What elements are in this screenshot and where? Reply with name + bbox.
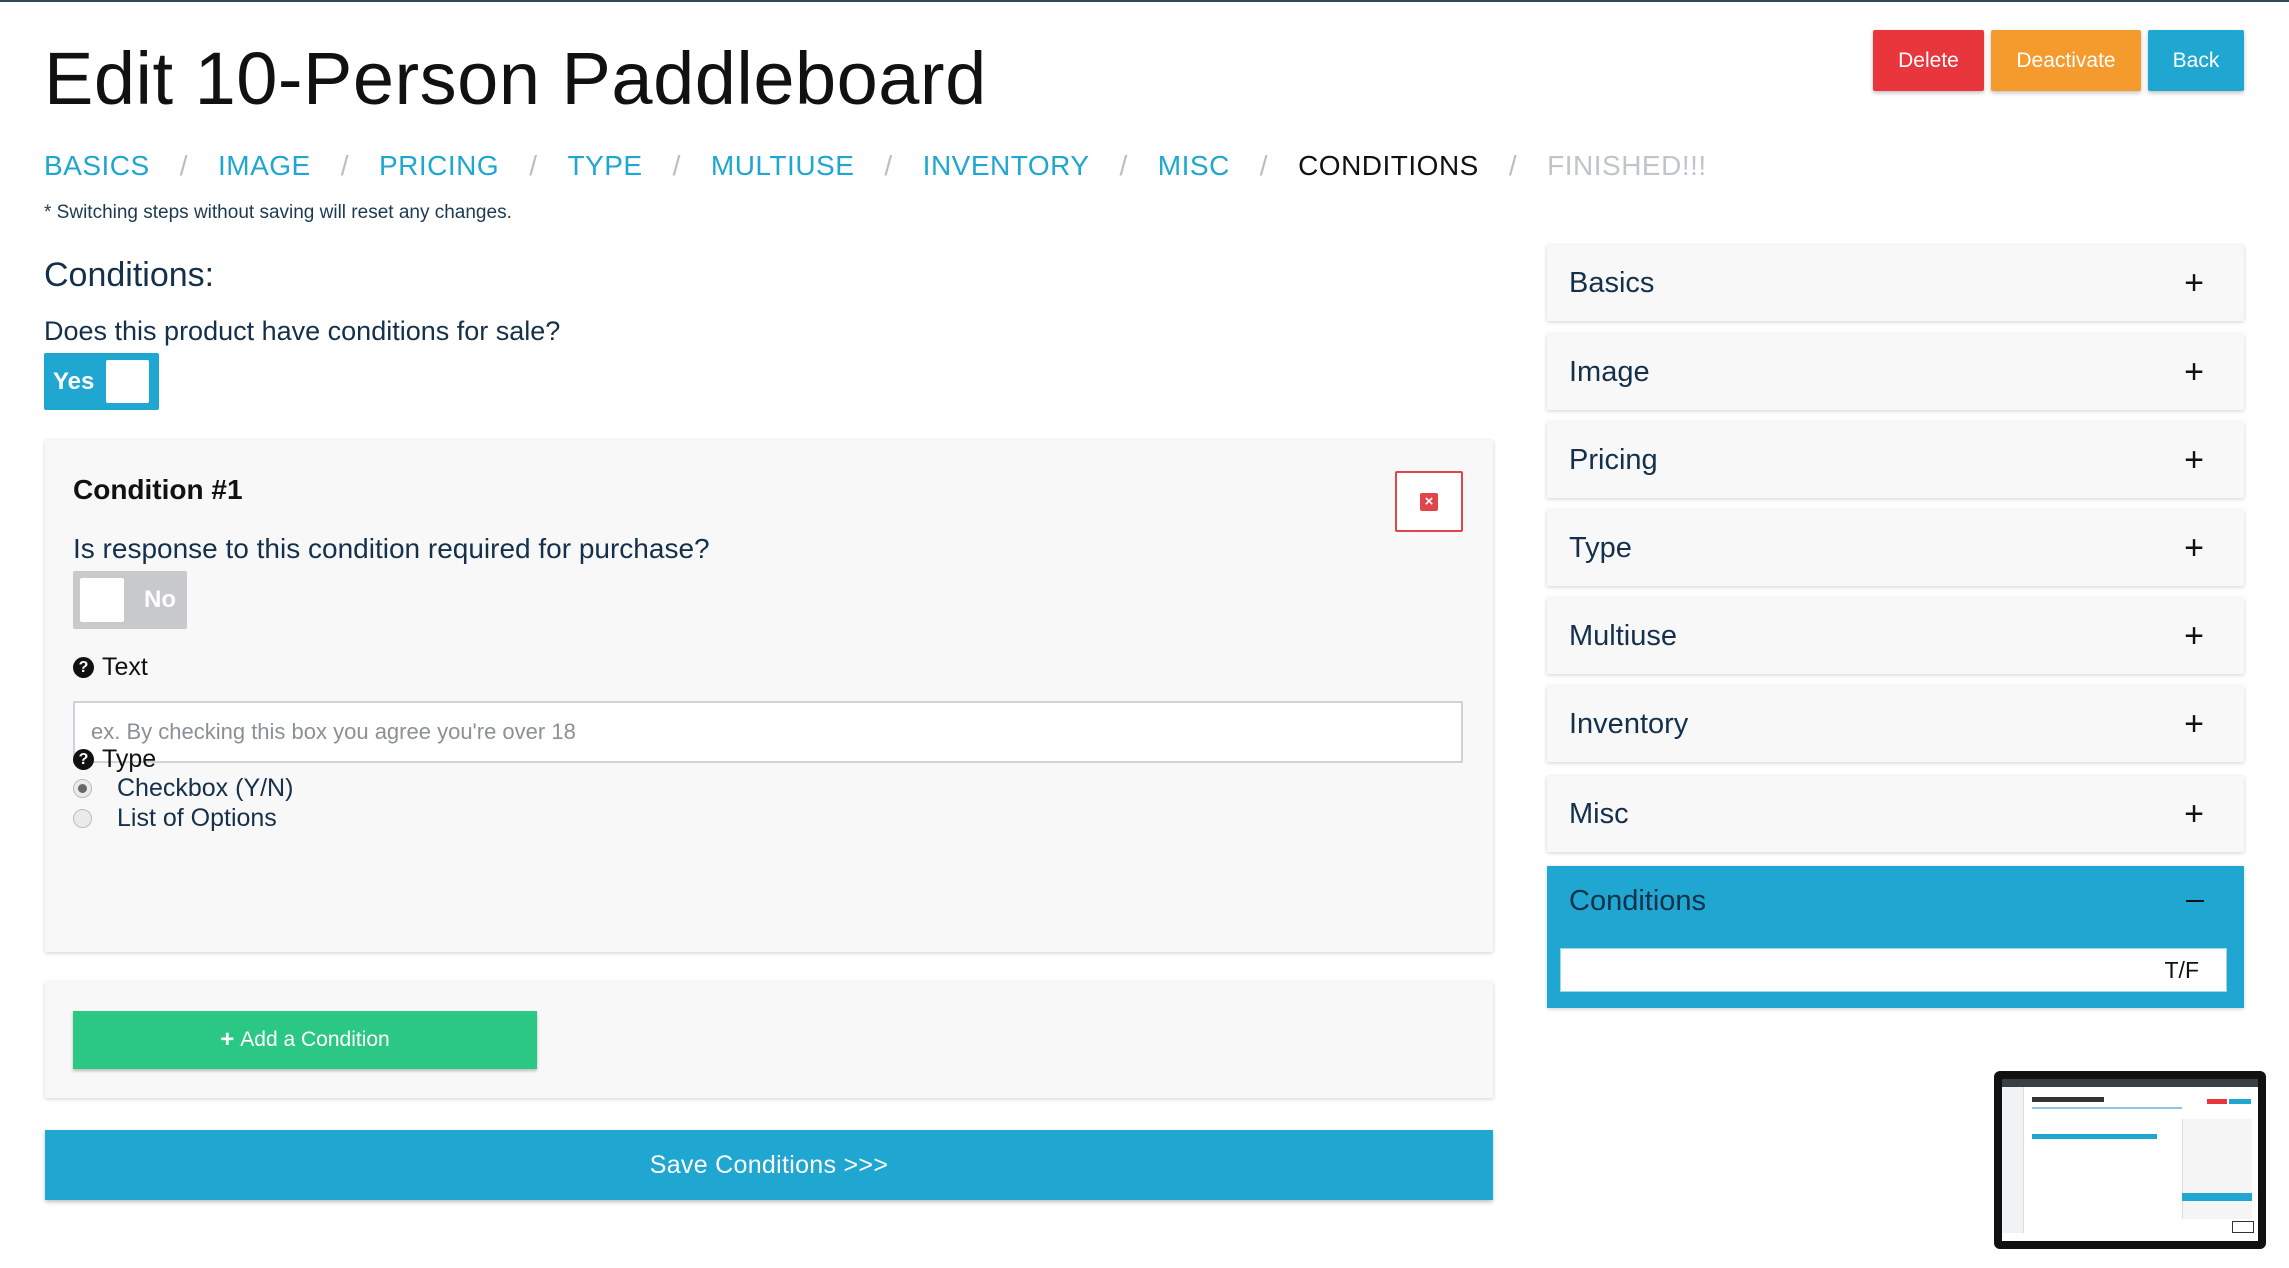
save-conditions-button[interactable]: Save Conditions >>>: [45, 1130, 1493, 1200]
thumbnail-mini-preview: [2232, 1221, 2254, 1233]
times-square-icon: ×: [1420, 492, 1438, 511]
plus-icon: +: [2184, 616, 2204, 655]
panel-label: Inventory: [1569, 707, 1689, 740]
thumbnail-save-bar: [2032, 1134, 2157, 1139]
step-type[interactable]: TYPE: [567, 150, 642, 182]
step-separator: /: [1119, 150, 1128, 181]
back-button[interactable]: Back: [2148, 30, 2244, 91]
toggle-knob: [80, 578, 124, 622]
panel-conditions: Conditions T/F: [1547, 866, 2244, 1008]
condition-text-input[interactable]: [73, 701, 1463, 763]
panel-image[interactable]: Image +: [1547, 334, 2244, 410]
panel-label: Misc: [1569, 797, 1629, 830]
radio-button-checked[interactable]: [73, 779, 92, 798]
panel-conditions-row: T/F: [1560, 948, 2227, 992]
top-border: [0, 0, 2289, 2]
text-label: Text: [102, 653, 148, 681]
step-inventory[interactable]: INVENTORY: [923, 150, 1090, 182]
plus-icon: +: [2184, 440, 2204, 479]
step-separator: /: [672, 150, 681, 181]
question-circle-icon: ?: [73, 657, 94, 678]
thumbnail-screen: [2002, 1079, 2258, 1241]
step-misc[interactable]: MISC: [1158, 150, 1230, 182]
panel-type[interactable]: Type +: [1547, 510, 2244, 586]
step-separator: /: [1259, 150, 1269, 181]
plus-icon: +: [2184, 263, 2204, 302]
step-multiuse[interactable]: MULTIUSE: [711, 150, 855, 182]
thumbnail-open-panel: [2182, 1193, 2252, 1201]
panel-misc[interactable]: Misc +: [1547, 776, 2244, 852]
minus-icon: [2186, 900, 2204, 902]
panel-conditions-header[interactable]: Conditions: [1547, 866, 2244, 936]
thumbnail-steps: [2032, 1107, 2182, 1109]
screen-preview-thumbnail[interactable]: [1994, 1071, 2266, 1249]
plus-icon: +: [2184, 352, 2204, 391]
panel-label: Pricing: [1569, 443, 1658, 476]
toggle-knob: [106, 360, 149, 403]
radio-label: List of Options: [117, 804, 277, 832]
step-breadcrumb: BASICS / IMAGE / PRICING / TYPE / MULTIU…: [44, 150, 1707, 182]
thumbnail-delete-button: [2207, 1099, 2227, 1104]
step-pricing[interactable]: PRICING: [379, 150, 499, 182]
step-basics[interactable]: BASICS: [44, 150, 150, 182]
panel-inventory[interactable]: Inventory +: [1547, 686, 2244, 762]
question-circle-icon: ?: [73, 749, 94, 770]
thumbnail-sidebar: [2002, 1087, 2024, 1233]
add-condition-card: + Add a Condition: [45, 982, 1493, 1098]
deactivate-button[interactable]: Deactivate: [1991, 30, 2141, 91]
thumbnail-back-button: [2229, 1099, 2251, 1104]
panel-pricing[interactable]: Pricing +: [1547, 422, 2244, 498]
step-separator: /: [179, 150, 188, 181]
step-separator: /: [884, 150, 893, 181]
has-conditions-toggle[interactable]: Yes: [44, 353, 159, 410]
plus-icon: +: [2184, 704, 2204, 743]
page-title: Edit 10-Person Paddleboard: [44, 37, 987, 120]
required-question: Is response to this condition required f…: [73, 533, 710, 564]
radio-button[interactable]: [73, 809, 92, 828]
plus-icon: +: [220, 1026, 235, 1053]
step-image[interactable]: IMAGE: [218, 150, 311, 182]
panel-label: Conditions: [1569, 884, 1707, 917]
text-field-label: ? Text: [73, 653, 148, 682]
header-actions: Delete Deactivate Back: [1873, 30, 2244, 91]
panel-label: Basics: [1569, 266, 1655, 299]
plus-icon: +: [2184, 528, 2204, 567]
panel-label: Type: [1569, 531, 1632, 564]
conditions-heading: Conditions:: [44, 256, 215, 294]
panel-basics[interactable]: Basics +: [1547, 245, 2244, 321]
step-separator: /: [340, 150, 349, 181]
step-conditions: CONDITIONS: [1298, 150, 1479, 181]
panel-label: Multiuse: [1569, 619, 1677, 652]
toggle-label: No: [144, 586, 176, 613]
condition-card: Condition #1 × Is response to this condi…: [45, 440, 1493, 952]
radio-label: Checkbox (Y/N): [117, 774, 294, 802]
add-condition-label: Add a Condition: [240, 1028, 390, 1051]
plus-icon: +: [2184, 794, 2204, 833]
toggle-label: Yes: [53, 367, 95, 395]
step-separator: /: [529, 150, 538, 181]
remove-condition-button[interactable]: ×: [1395, 471, 1463, 532]
has-conditions-question: Does this product have conditions for sa…: [44, 316, 561, 346]
condition-title: Condition #1: [73, 474, 243, 505]
type-label: Type: [102, 745, 157, 773]
step-finished: FINISHED!!!: [1547, 150, 1707, 181]
type-option-checkbox[interactable]: Checkbox (Y/N): [73, 774, 293, 803]
required-toggle[interactable]: No: [73, 571, 187, 629]
thumbnail-titlebar: [2002, 1079, 2258, 1087]
add-condition-button[interactable]: + Add a Condition: [73, 1011, 537, 1069]
panel-label: Image: [1569, 355, 1650, 388]
type-option-list[interactable]: List of Options: [73, 804, 277, 833]
thumbnail-panels: [2182, 1119, 2252, 1219]
panel-multiuse[interactable]: Multiuse +: [1547, 598, 2244, 674]
type-field-label: ? Type: [73, 745, 156, 774]
delete-button[interactable]: Delete: [1873, 30, 1984, 91]
thumbnail-title: [2032, 1097, 2104, 1102]
step-separator: /: [1508, 150, 1518, 181]
unsaved-warning-note: * Switching steps without saving will re…: [44, 202, 512, 223]
